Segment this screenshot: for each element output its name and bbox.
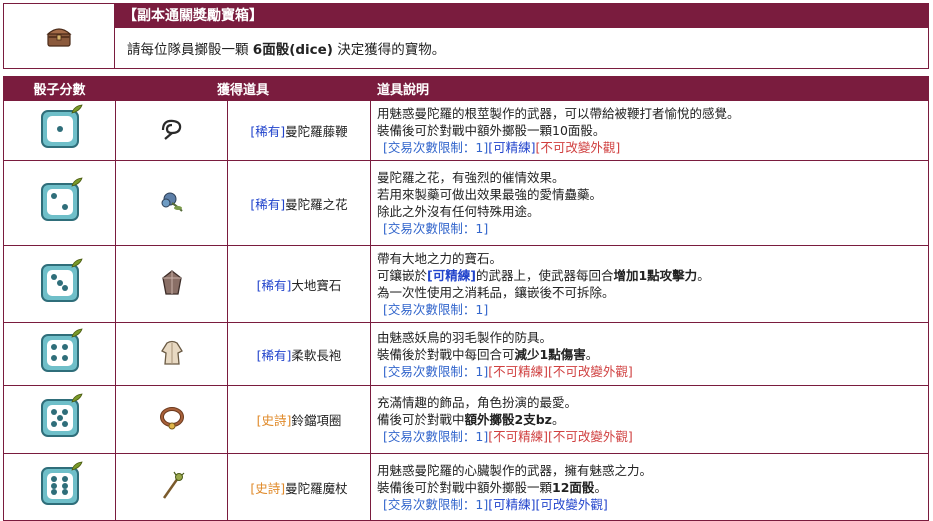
item-name-cell: [稀有]曼陀羅藤鞭 <box>226 100 372 161</box>
item-description-cell: 由魅惑妖鳥的羽毛製作的防具。 裝備後於對戰中每回合可減少1點傷害。 [交易次數限制：… <box>370 322 929 386</box>
trade-info: [交易次數限制：1] <box>383 221 489 236</box>
rarity-tag: [稀有] <box>256 277 292 293</box>
description-line: 由魅惑妖鳥的羽毛製作的防具。 <box>377 329 553 345</box>
table-row: [稀有]柔軟長袍 由魅惑妖鳥的羽毛製作的防具。 裝備後於對戰中每回合可減少1點傷害。… <box>3 322 929 386</box>
header: 【副本通關獎勵寶箱】 請每位隊員擲骰一顆 6面骰(dice) 決定獲得的寶物。 <box>3 3 929 69</box>
description-line: 可鑲嵌於[可精練]的武器上，使武器每回合增加1點攻擊力。 <box>377 268 710 283</box>
item-name: 曼陀羅之花 <box>285 196 348 212</box>
description-line: 除此之外沒有任何特殊用途。 <box>377 204 540 219</box>
whip-icon <box>159 119 185 145</box>
rarity-tag: [稀有] <box>250 124 286 139</box>
item-icon-cell <box>115 385 228 454</box>
dice-score-cell <box>3 160 116 246</box>
description-line: 充滿情趣的飾品，角色扮演的最愛。 <box>377 395 578 410</box>
trade-info: [交易次數限制：1][可精練][不可改變外觀] <box>383 140 621 155</box>
description-line: 曼陀羅之花，有強烈的催情效果。 <box>377 170 565 185</box>
description-line: 用魅惑曼陀羅的心臟製作的武器，擁有魅惑之力。 <box>377 462 653 478</box>
header-icon-cell <box>4 4 115 68</box>
gem-icon <box>160 269 184 300</box>
table-row: [史詩]鈴鐺項圈 充滿情趣的飾品，角色扮演的最愛。 備後可於對戰中額外擲骰2支bz。… <box>3 385 929 454</box>
rarity-tag: [史詩] <box>256 413 292 428</box>
col-desc-header: 道具說明 <box>370 76 929 101</box>
item-icon-cell <box>115 322 228 386</box>
table-row: [稀有]曼陀羅藤鞭 用魅惑曼陀羅的根莖製作的武器，可以帶給被鞭打者愉悅的感覺。 裝備… <box>3 100 929 161</box>
header-title: 【副本通關獎勵寶箱】 <box>115 4 928 28</box>
item-name: 曼陀羅藤鞭 <box>285 124 348 139</box>
trade-info: [交易次數限制：1][不可精練][不可改變外觀] <box>383 429 633 444</box>
rarity-tag: [稀有] <box>256 347 292 363</box>
table-row: [稀有]大地寶石 帶有大地之力的寶石。 可鑲嵌於[可精練]的武器上，使武器每回合增加… <box>3 245 929 323</box>
dice-4-icon <box>40 328 83 372</box>
item-icon-cell <box>115 100 228 161</box>
item-icon-cell <box>115 160 228 246</box>
trade-info: [交易次數限制：1][可精練][可改變外觀] <box>383 496 608 512</box>
trade-info: [交易次數限制：1] <box>383 302 489 317</box>
description-line: 裝備後可於對戰中額外擲骰一顆10面骰。 <box>377 123 606 138</box>
dice-2-icon <box>40 177 83 221</box>
description-line: 為一次性使用之消耗品，鑲嵌後不可拆除。 <box>377 285 615 300</box>
col-item-header: 獲得道具 <box>114 76 372 101</box>
staff-icon <box>158 471 186 504</box>
item-name: 曼陀羅魔杖 <box>285 480 348 496</box>
header-instruction: 請每位隊員擲骰一顆 6面骰(dice) 決定獲得的寶物。 <box>127 42 446 58</box>
dice-6-icon <box>40 461 83 505</box>
dice-score-cell <box>3 245 116 323</box>
treasure-chest-icon <box>46 28 72 47</box>
table-row: [稀有]曼陀羅之花 曼陀羅之花，有強烈的催情效果。 若用來製藥可做出效果最強的愛情蠱… <box>3 160 929 246</box>
item-description-cell: 帶有大地之力的寶石。可鑲嵌於[可精練]的武器上，使武器每回合增加1點攻擊力。 為一… <box>370 245 929 323</box>
dice-3-icon <box>40 258 83 302</box>
item-name: 柔軟長袍 <box>291 347 342 363</box>
item-name-cell: [稀有]曼陀羅之花 <box>226 160 372 246</box>
item-description-cell: 用魅惑曼陀羅的心臟製作的武器，擁有魅惑之力。 裝備後可於對戰中額外擲骰一顆12面骰… <box>370 453 929 521</box>
description-line: 帶有大地之力的寶石。 <box>377 251 503 266</box>
dice-score-cell <box>3 385 116 454</box>
item-description-cell: 曼陀羅之花，有強烈的催情效果。若用來製藥可做出效果最強的愛情蠱藥。 除此之外沒有任… <box>370 160 929 246</box>
item-icon-cell <box>115 245 228 323</box>
flower-icon <box>158 192 186 218</box>
trade-info: [交易次數限制：1][不可精練][不可改變外觀] <box>383 363 633 379</box>
item-description-cell: 充滿情趣的飾品，角色扮演的最愛。 備後可於對戰中額外擲骰2支bz。 [交易次數限制：… <box>370 385 929 454</box>
robe-icon <box>158 340 186 370</box>
item-name-cell: [史詩]曼陀羅魔杖 <box>226 453 372 521</box>
description-line: 備後可於對戰中額外擲骰2支bz。 <box>377 412 565 427</box>
description-line: 裝備後可於對戰中額外擲骰一顆12面骰。 <box>377 479 607 495</box>
dice-score-cell <box>3 322 116 386</box>
col-dice-header: 骰子分數 <box>3 76 116 101</box>
description-line: 用魅惑曼陀羅的根莖製作的武器，可以帶給被鞭打者愉悅的感覺。 <box>377 106 740 121</box>
collar-icon <box>158 407 186 434</box>
rarity-tag: [史詩] <box>250 480 286 496</box>
dice-1-icon <box>40 104 83 148</box>
dice-score-cell <box>3 453 116 521</box>
item-name-cell: [史詩]鈴鐺項圈 <box>226 385 372 454</box>
reward-table: 骰子分數 獲得道具 道具說明 [稀有]曼陀羅藤鞭 用魅惑曼陀羅的根莖製作的武器，可… <box>3 76 929 521</box>
rarity-tag: [稀有] <box>250 196 286 212</box>
dice-5-icon <box>40 393 83 437</box>
item-description-cell: 用魅惑曼陀羅的根莖製作的武器，可以帶給被鞭打者愉悅的感覺。 裝備後可於對戰中額外擲… <box>370 100 929 161</box>
item-icon-cell <box>115 453 228 521</box>
description-line: 裝備後於對戰中每回合可減少1點傷害。 <box>377 346 599 362</box>
item-name-cell: [稀有]大地寶石 <box>226 245 372 323</box>
table-row: [史詩]曼陀羅魔杖 用魅惑曼陀羅的心臟製作的武器，擁有魅惑之力。 裝備後可於對戰中額… <box>3 453 929 521</box>
item-name: 鈴鐺項圈 <box>291 413 342 428</box>
reward-panel: 【副本通關獎勵寶箱】 請每位隊員擲骰一顆 6面骰(dice) 決定獲得的寶物。 … <box>3 3 929 521</box>
description-line: 若用來製藥可做出效果最強的愛情蠱藥。 <box>377 187 603 202</box>
item-name-cell: [稀有]柔軟長袍 <box>226 322 372 386</box>
dice-score-cell <box>3 100 116 161</box>
item-name: 大地寶石 <box>291 277 342 293</box>
